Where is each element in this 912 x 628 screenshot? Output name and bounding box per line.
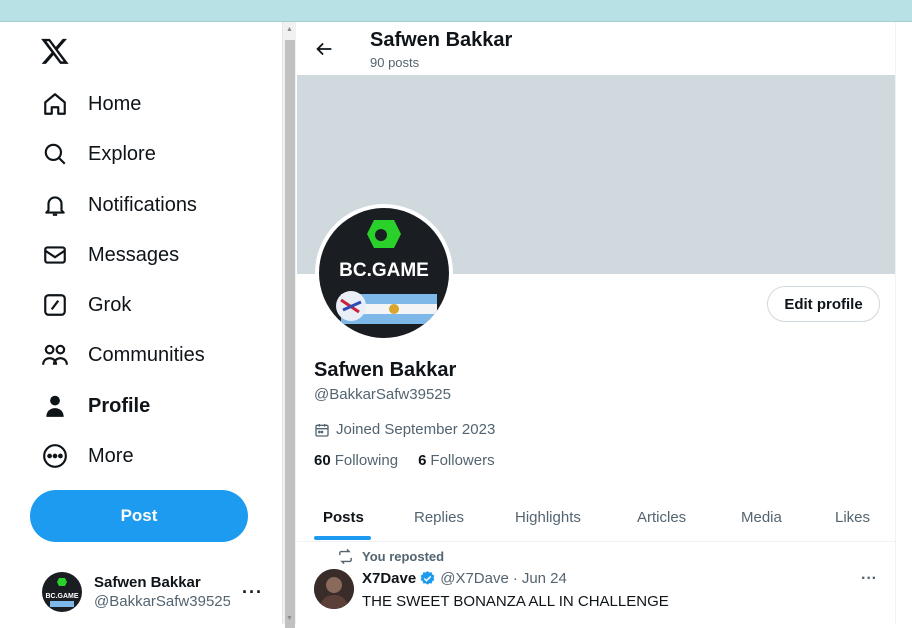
followers-count: 6 bbox=[418, 452, 427, 469]
profile-handle: @BakkarSafw39525 bbox=[314, 386, 451, 403]
sidebar-item-more[interactable]: More bbox=[40, 436, 134, 476]
person-icon bbox=[40, 391, 70, 421]
browser-top-bar bbox=[0, 0, 912, 22]
sidebar-item-label: Communities bbox=[88, 343, 205, 366]
svg-text:BC.GAME: BC.GAME bbox=[45, 593, 78, 600]
tab-posts[interactable]: Posts bbox=[323, 492, 364, 542]
sidebar-item-label: Profile bbox=[88, 394, 151, 417]
account-handle: @BakkarSafw39525 bbox=[94, 593, 230, 610]
followers-link[interactable]: 6 Followers bbox=[418, 452, 495, 469]
sidebar-item-label: Explore bbox=[88, 142, 156, 165]
profile-column: Safwen Bakkar 90 posts BC.GAME Edit prof… bbox=[297, 22, 896, 624]
calendar-icon bbox=[315, 423, 329, 437]
following-link[interactable]: 60 Following bbox=[314, 452, 398, 469]
account-switcher[interactable]: BC.GAME Safwen Bakkar @BakkarSafw39525 ·… bbox=[42, 570, 272, 614]
envelope-icon bbox=[40, 240, 70, 270]
tab-media[interactable]: Media bbox=[741, 492, 782, 542]
scrollbar-thumb[interactable] bbox=[285, 40, 295, 628]
following-label: Following bbox=[334, 452, 399, 469]
avatar: BC.GAME bbox=[42, 572, 82, 612]
post-count: 90 posts bbox=[370, 55, 420, 70]
follow-stats: 60 Following 6 Followers bbox=[314, 452, 515, 469]
tweet-avatar[interactable] bbox=[314, 569, 354, 609]
joined-date: Joined September 2023 bbox=[314, 421, 495, 438]
grok-icon bbox=[40, 290, 70, 320]
verified-badge-icon bbox=[420, 571, 435, 585]
profile-tabs: Posts Replies Highlights Articles Media … bbox=[297, 492, 895, 542]
profile-name: Safwen Bakkar bbox=[314, 359, 457, 381]
sidebar-item-label: Home bbox=[88, 92, 142, 115]
tweet-header: X7Dave @X7Dave · Jun 24 bbox=[362, 570, 567, 587]
sidebar-item-label: Grok bbox=[88, 293, 132, 316]
tab-likes[interactable]: Likes bbox=[835, 492, 870, 542]
profile-avatar[interactable]: BC.GAME bbox=[315, 204, 453, 342]
tweet-text: THE SWEET BONANZA ALL IN CHALLENGE bbox=[362, 593, 669, 610]
sidebar-item-messages[interactable]: Messages bbox=[40, 235, 179, 275]
avatar-brand-text: BC.GAME bbox=[339, 260, 429, 281]
sidebar-item-home[interactable]: Home bbox=[40, 84, 141, 124]
sidebar-item-label: Messages bbox=[88, 243, 180, 266]
sidebar-item-notifications[interactable]: Notifications bbox=[40, 185, 197, 225]
sidebar-item-grok[interactable]: Grok bbox=[40, 285, 131, 325]
tab-articles[interactable]: Articles bbox=[637, 492, 686, 542]
tweet-author-name[interactable]: X7Dave bbox=[362, 570, 416, 587]
account-name: Safwen Bakkar bbox=[94, 574, 201, 591]
tab-highlights[interactable]: Highlights bbox=[515, 492, 581, 542]
tab-replies[interactable]: Replies bbox=[414, 492, 464, 542]
account-more-icon[interactable]: ··· bbox=[242, 582, 263, 603]
sidebar-item-label: More bbox=[88, 444, 134, 467]
followers-label: Followers bbox=[430, 452, 495, 469]
search-icon bbox=[40, 139, 70, 169]
communities-icon bbox=[40, 340, 70, 370]
scroll-down-icon[interactable]: ▼ bbox=[286, 615, 293, 622]
repost-context: You reposted bbox=[337, 548, 444, 565]
tweet-date[interactable]: Jun 24 bbox=[522, 570, 567, 587]
repost-icon bbox=[339, 548, 352, 565]
tweet-author-handle[interactable]: @X7Dave bbox=[440, 570, 509, 587]
page-title: Safwen Bakkar bbox=[370, 29, 513, 51]
sidebar-item-label: Notifications bbox=[88, 193, 197, 216]
repost-label: You reposted bbox=[362, 549, 445, 564]
joined-text: Joined September 2023 bbox=[336, 421, 496, 438]
profile-header: Safwen Bakkar 90 posts bbox=[297, 22, 895, 75]
sidebar-scrollbar[interactable]: ▲ ▼ bbox=[282, 22, 296, 628]
sidebar: Home Explore Notifications Messages Grok… bbox=[0, 22, 282, 624]
more-circle-icon bbox=[40, 441, 70, 471]
bell-icon bbox=[40, 190, 70, 220]
following-count: 60 bbox=[314, 452, 331, 469]
home-icon bbox=[40, 89, 70, 119]
active-tab-indicator bbox=[314, 536, 371, 540]
sidebar-item-profile[interactable]: Profile bbox=[40, 386, 150, 426]
post-button[interactable]: Post bbox=[30, 490, 248, 542]
back-arrow-icon[interactable] bbox=[313, 38, 335, 60]
sidebar-item-explore[interactable]: Explore bbox=[40, 134, 156, 174]
scroll-up-icon[interactable]: ▲ bbox=[286, 26, 293, 33]
tweet-separator: · bbox=[512, 570, 518, 587]
tweet-more-icon[interactable]: ··· bbox=[861, 570, 877, 588]
sidebar-item-communities[interactable]: Communities bbox=[40, 335, 205, 375]
edit-profile-button[interactable]: Edit profile bbox=[767, 286, 880, 322]
x-logo-icon[interactable] bbox=[40, 36, 72, 68]
